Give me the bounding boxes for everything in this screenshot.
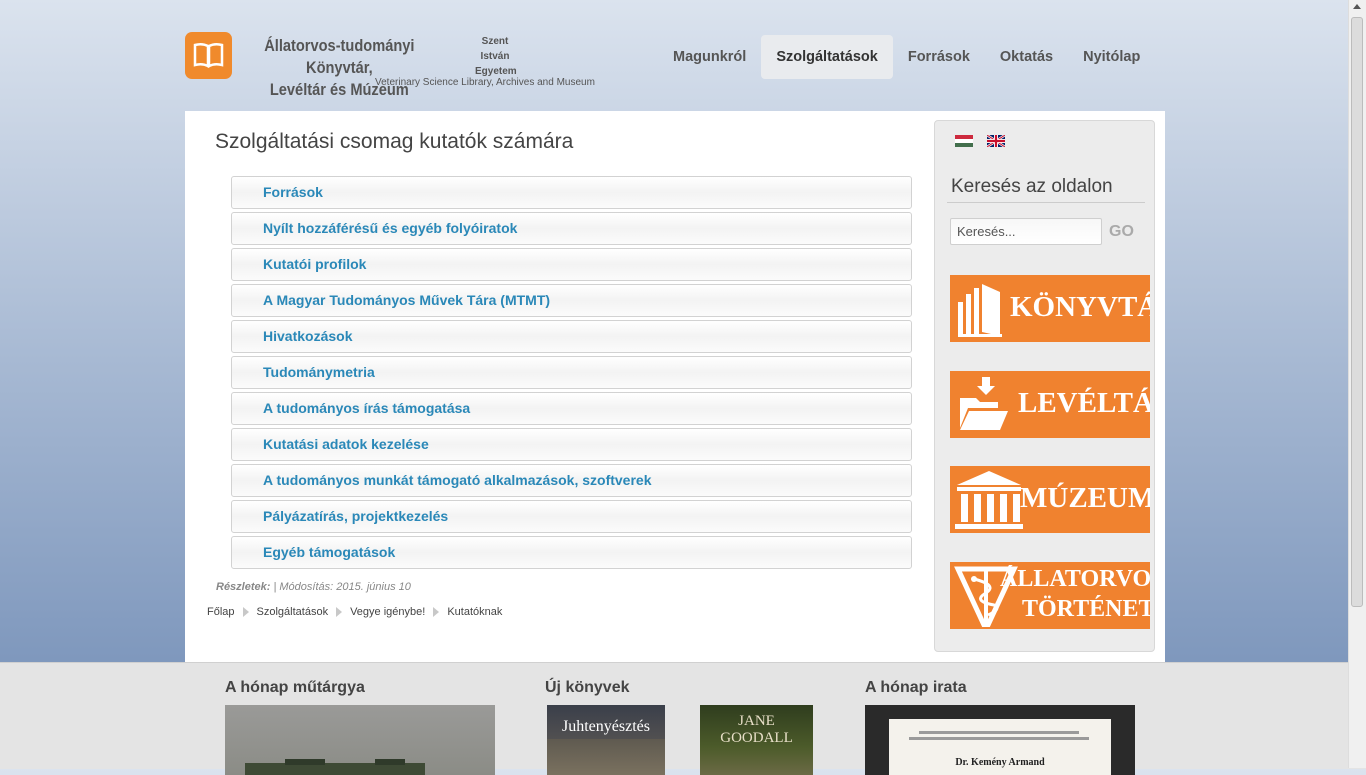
banner-label: KÖNYVTÁR — [1010, 291, 1150, 323]
document-image[interactable]: Dr. Kemény Armand — [865, 705, 1135, 775]
article-meta: Részletek: | Módosítás: 2015. június 10 — [216, 581, 411, 593]
breadcrumb-item[interactable]: Szolgáltatások — [257, 606, 329, 618]
nav-szolgaltatasok[interactable]: Szolgáltatások — [761, 35, 893, 79]
breadcrumb-item: Kutatóknak — [447, 606, 503, 618]
accordion-item[interactable]: Pályázatírás, projektkezelés — [231, 500, 912, 533]
flag-en-icon[interactable] — [987, 135, 1005, 147]
section-title: A hónap irata — [865, 679, 967, 696]
books-icon — [958, 284, 1002, 337]
accordion-item[interactable]: Nyílt hozzáférésű és egyéb folyóiratok — [231, 212, 912, 245]
open-book-icon — [193, 42, 224, 68]
accordion-item[interactable]: A tudományos munkát támogató alkalmazáso… — [231, 464, 912, 497]
museum-building-icon — [955, 471, 1023, 529]
banner-label: MÚZEUM — [1020, 482, 1150, 514]
site-subtitle: Veterinary Science Library, Archives and… — [375, 77, 595, 88]
breadcrumb-arrow-icon — [336, 607, 343, 617]
nav-nyitolap[interactable]: Nyitólap — [1068, 35, 1155, 79]
page-title: Szolgáltatási csomag kutatók számára — [215, 130, 574, 153]
book-cover[interactable]: Juhtenyésztés — [547, 705, 665, 775]
book-title: Juhtenyésztés — [562, 718, 650, 735]
university-word: Szent — [481, 36, 509, 47]
sidebar: Keresés az oldalon GO KÖNYVTÁR LEVÉLTÁ — [934, 120, 1155, 652]
accordion-item[interactable]: Kutatási adatok kezelése — [231, 428, 912, 461]
section-title: Új könyvek — [545, 679, 630, 696]
search-title: Keresés az oldalon — [951, 176, 1113, 197]
banner-label: ÁLLATORVOS- — [1000, 566, 1150, 592]
accordion-item[interactable]: Hivatkozások — [231, 320, 912, 353]
scroll-up-icon[interactable] — [1353, 4, 1361, 9]
breadcrumb-item[interactable]: Főlap — [207, 606, 235, 618]
breadcrumb-item[interactable]: Vegye igénybe! — [350, 606, 425, 618]
flag-hu-icon[interactable] — [955, 135, 973, 147]
scrollbar[interactable] — [1348, 0, 1366, 768]
banner-label: LEVÉLTÁR — [1018, 387, 1150, 419]
document-text-line — [909, 737, 1089, 740]
accordion-item[interactable]: Egyéb támogatások — [231, 536, 912, 569]
main-nav: Magunkról Szolgáltatások Források Oktatá… — [658, 35, 1155, 79]
university-name: Szent István Egyetem — [475, 34, 517, 79]
accordion-item[interactable]: Tudománymetria — [231, 356, 912, 389]
main-content: Szolgáltatási csomag kutatók számára For… — [185, 111, 1165, 662]
accordion-item[interactable]: A Magyar Tudományos Művek Tára (MTMT) — [231, 284, 912, 317]
artifact-image[interactable] — [225, 705, 495, 775]
allatorvos-tortenet-banner[interactable]: ÁLLATORVOS- TÖRTÉNET — [950, 562, 1150, 629]
nav-forrasok[interactable]: Források — [893, 35, 985, 79]
book-cover-art — [547, 739, 665, 775]
nav-oktatas[interactable]: Oktatás — [985, 35, 1068, 79]
document-text-line — [919, 731, 1079, 734]
muzeum-banner[interactable]: MÚZEUM — [950, 466, 1150, 533]
search-input[interactable] — [950, 218, 1102, 245]
breadcrumb-arrow-icon — [433, 607, 440, 617]
site-title-line1: Állatorvos-tudományi Könyvtár, — [264, 36, 415, 77]
nav-magunkrol[interactable]: Magunkról — [658, 35, 761, 79]
search-go-button[interactable]: GO — [1109, 223, 1134, 241]
accordion-item[interactable]: Források — [231, 176, 912, 209]
logo[interactable] — [185, 32, 232, 79]
konyvtar-banner[interactable]: KÖNYVTÁR — [950, 275, 1150, 342]
divider — [947, 202, 1145, 203]
artifact-icon — [245, 759, 425, 775]
accordion-item[interactable]: Kutatói profilok — [231, 248, 912, 281]
meta-modified: | Módosítás: 2015. június 10 — [270, 581, 411, 593]
document-name: Dr. Kemény Armand — [955, 757, 1045, 768]
leveltar-banner[interactable]: LEVÉLTÁR — [950, 371, 1150, 438]
book-cover[interactable]: JANE GOODALL — [700, 705, 813, 775]
scroll-thumb[interactable] — [1351, 17, 1363, 607]
breadcrumb-arrow-icon — [242, 607, 249, 617]
document-paper: Dr. Kemény Armand — [889, 719, 1111, 775]
banner-label: TÖRTÉNET — [1022, 596, 1150, 622]
meta-label: Részletek: — [216, 581, 271, 593]
section-title: A hónap műtárgya — [225, 679, 365, 696]
book-title: JANE GOODALL — [720, 713, 793, 746]
breadcrumb: Főlap Szolgáltatások Vegye igénybe! Kuta… — [207, 606, 502, 618]
accordion: Források Nyílt hozzáférésű és egyéb foly… — [231, 176, 912, 572]
university-word: István — [480, 51, 510, 62]
folder-download-icon — [960, 377, 1008, 430]
accordion-item[interactable]: A tudományos írás támogatása — [231, 392, 912, 425]
site-title[interactable]: Állatorvos-tudományi Könyvtár, Levéltár … — [237, 35, 442, 101]
footer-widgets: A hónap műtárgya Új könyvek Juhtenyészté… — [0, 662, 1366, 775]
